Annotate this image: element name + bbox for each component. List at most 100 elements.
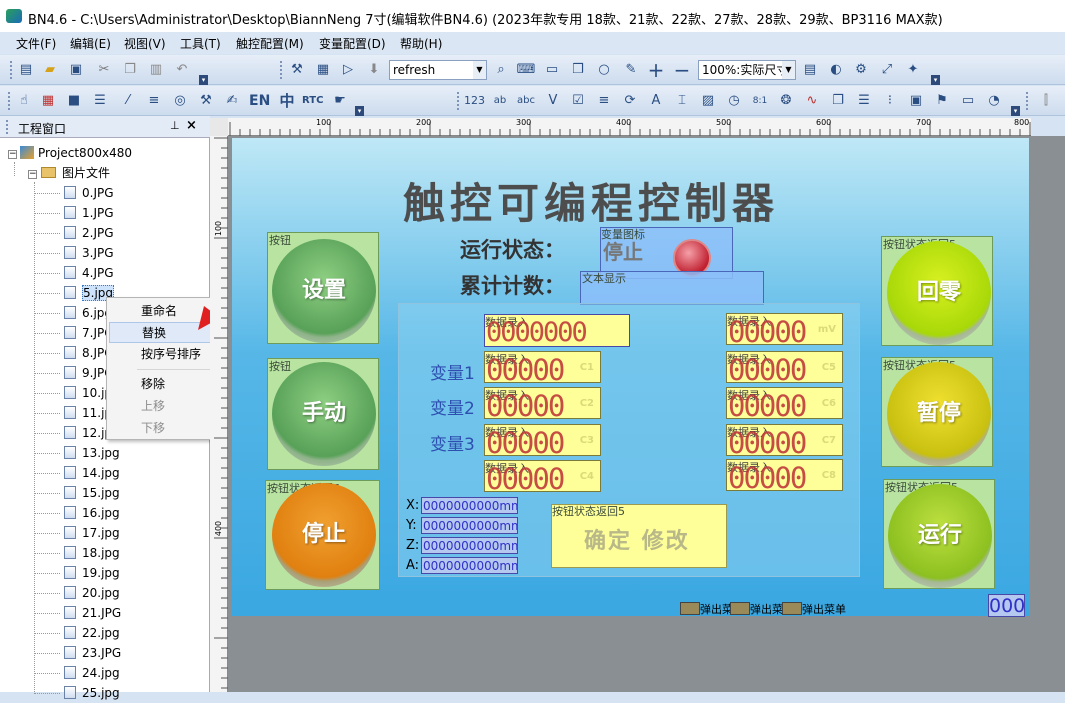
- toolbar-grip[interactable]: [280, 61, 283, 79]
- magic-icon[interactable]: ✦: [903, 60, 923, 80]
- corner-number-display[interactable]: 000: [988, 594, 1025, 617]
- paste-icon[interactable]: ▥: [146, 60, 166, 80]
- tree-file-item[interactable]: 24.jpg: [64, 663, 120, 683]
- zoom-out-icon[interactable]: −: [672, 60, 692, 80]
- tree-file-item[interactable]: 19.jpg: [64, 563, 120, 583]
- value-icon[interactable]: V: [543, 91, 563, 111]
- collapse-icon[interactable]: −: [28, 170, 37, 179]
- tree-file-item[interactable]: 15.jpg: [64, 483, 120, 503]
- toolbar-chevron-icon[interactable]: ▾: [931, 75, 940, 85]
- window-icon[interactable]: ▭: [542, 60, 562, 80]
- video-icon[interactable]: ▣: [906, 91, 926, 111]
- pause-button[interactable]: 按钮状态返回5 暂停: [881, 357, 993, 467]
- c4-data-entry[interactable]: 数据录入 00000 C4: [484, 460, 601, 494]
- open-folder-icon[interactable]: ▰: [40, 60, 60, 80]
- popup-menu-3[interactable]: 弹出菜单: [782, 601, 846, 617]
- tree-file-item[interactable]: 16.jpg: [64, 503, 120, 523]
- english-lang-icon[interactable]: EN: [249, 91, 270, 111]
- tree-project-node[interactable]: − Project800x480: [8, 143, 132, 163]
- axis-a-value[interactable]: 0000000000mm: [421, 557, 518, 574]
- menu-edit[interactable]: 编辑(E): [70, 35, 111, 52]
- manual-button[interactable]: 按钮 手动: [267, 358, 379, 470]
- progress-icon[interactable]: ◔: [984, 91, 1004, 111]
- tree-file-item[interactable]: 6.jpg: [64, 303, 112, 323]
- c2-data-entry[interactable]: 数据录入 00000 C2: [484, 387, 601, 421]
- palette-icon[interactable]: ◐: [826, 60, 846, 80]
- stop-button[interactable]: 按钮状态返回6 停止: [265, 480, 380, 590]
- zoom-in-icon[interactable]: +: [646, 60, 666, 80]
- tree-file-item[interactable]: 25.jpg: [64, 683, 120, 703]
- download-icon[interactable]: ⬇: [364, 60, 384, 80]
- pin-icon[interactable]: ⊥: [170, 119, 180, 132]
- page-icon[interactable]: ▷: [338, 60, 358, 80]
- tree-file-item[interactable]: 21.JPG: [64, 603, 121, 623]
- list-number-icon[interactable]: ☰: [90, 91, 110, 111]
- cut-icon[interactable]: ✂: [94, 60, 114, 80]
- rectangle-icon[interactable]: ■: [64, 91, 84, 111]
- toolbar-grip[interactable]: [457, 92, 460, 110]
- slider-icon[interactable]: ≡: [594, 91, 614, 111]
- setup-button[interactable]: 按钮 设置: [267, 232, 379, 344]
- chinese-lang-icon[interactable]: 中: [277, 91, 297, 111]
- cycle-icon[interactable]: ⟳: [620, 91, 640, 111]
- new-file-icon[interactable]: ▤: [16, 60, 36, 80]
- refresh-circle-icon[interactable]: ◎: [170, 91, 190, 111]
- zoom-combo[interactable]: 100%:实际尺寸 ▼: [698, 60, 796, 80]
- math-icon[interactable]: ⁄: [118, 91, 138, 111]
- zoom-icon[interactable]: ○: [594, 60, 614, 80]
- eyedropper-icon[interactable]: ✎: [621, 60, 641, 80]
- c5-data-entry[interactable]: 数据录入 00000 C5: [726, 351, 843, 385]
- close-icon[interactable]: ×: [186, 118, 197, 133]
- clock-icon[interactable]: ◷: [724, 91, 744, 111]
- c3-data-entry[interactable]: 数据录入 00000 C3: [484, 424, 601, 458]
- axis-y-value[interactable]: 0000000000mm: [421, 517, 518, 534]
- toolbar-grip[interactable]: [1026, 92, 1029, 110]
- run-button[interactable]: 按钮状态返回5 运行: [883, 479, 995, 589]
- menu-variable-config[interactable]: 变量配置(D): [319, 35, 386, 52]
- tree-file-item[interactable]: 18.jpg: [64, 543, 120, 563]
- toolbar-chevron-icon[interactable]: ▾: [355, 106, 364, 116]
- tree-file-item[interactable]: 2.JPG: [64, 223, 114, 243]
- axis-x-value[interactable]: 0000000000mm: [421, 497, 518, 514]
- flag-icon[interactable]: ⚑: [932, 91, 952, 111]
- mv-data-entry[interactable]: 数据录入 00000 mV: [726, 313, 843, 347]
- copy-object-icon[interactable]: ❐: [828, 91, 848, 111]
- toolbar-grip[interactable]: [10, 61, 13, 79]
- zero-button[interactable]: 按钮状态返回5 回零: [881, 236, 993, 346]
- list-icon[interactable]: ☰: [854, 91, 874, 111]
- grid-icon[interactable]: ▦: [313, 60, 333, 80]
- toolbar-grip[interactable]: [8, 92, 11, 110]
- trend-chart-icon[interactable]: ∿: [802, 91, 822, 111]
- c7-data-entry[interactable]: 数据录入 00000 C7: [726, 424, 843, 458]
- keyboard-icon[interactable]: ⌨: [516, 60, 536, 80]
- edit-field-icon[interactable]: ☑: [568, 91, 588, 111]
- dots-icon[interactable]: ⁝: [880, 91, 900, 111]
- alarm-icon[interactable]: ❂: [776, 91, 796, 111]
- calculator-icon[interactable]: ▤: [800, 60, 820, 80]
- align-icon[interactable]: ≡: [144, 91, 164, 111]
- chevron-down-icon[interactable]: ▼: [782, 61, 795, 79]
- panel-grip[interactable]: [6, 120, 9, 134]
- edit-doc-icon[interactable]: ✍: [222, 91, 242, 111]
- tree-file-item[interactable]: 3.JPG: [64, 243, 114, 263]
- touch-icon[interactable]: ☛: [330, 91, 350, 111]
- hand-pointer-icon[interactable]: ☝: [14, 91, 34, 111]
- windows-icon[interactable]: ❒: [568, 60, 588, 80]
- save-icon[interactable]: ▣: [66, 60, 86, 80]
- menu-tools[interactable]: 工具(T): [180, 35, 221, 52]
- refresh-combo[interactable]: refresh ▼: [389, 60, 487, 80]
- numeric-display-icon[interactable]: 123: [464, 91, 485, 111]
- align-left-icon[interactable]: ⫿: [1036, 91, 1056, 111]
- tree-file-item[interactable]: 14.jpg: [64, 463, 120, 483]
- tree-folder-node[interactable]: − 图片文件: [28, 163, 110, 183]
- tools-icon[interactable]: ⚒: [196, 91, 216, 111]
- c6-data-entry[interactable]: 数据录入 00000 C6: [726, 387, 843, 421]
- tree-file-item[interactable]: 1.JPG: [64, 203, 114, 223]
- text-display-icon[interactable]: ab: [490, 91, 510, 111]
- image-icon[interactable]: ▨: [698, 91, 718, 111]
- bracket-icon[interactable]: ⌶: [672, 91, 692, 111]
- confirm-modify-button[interactable]: 按钮状态返回5 确定 修改: [551, 504, 727, 568]
- copy-icon[interactable]: ❐: [120, 60, 140, 80]
- toolbar-chevron-icon[interactable]: ▾: [1011, 106, 1020, 116]
- menu-help[interactable]: 帮助(H): [400, 35, 442, 52]
